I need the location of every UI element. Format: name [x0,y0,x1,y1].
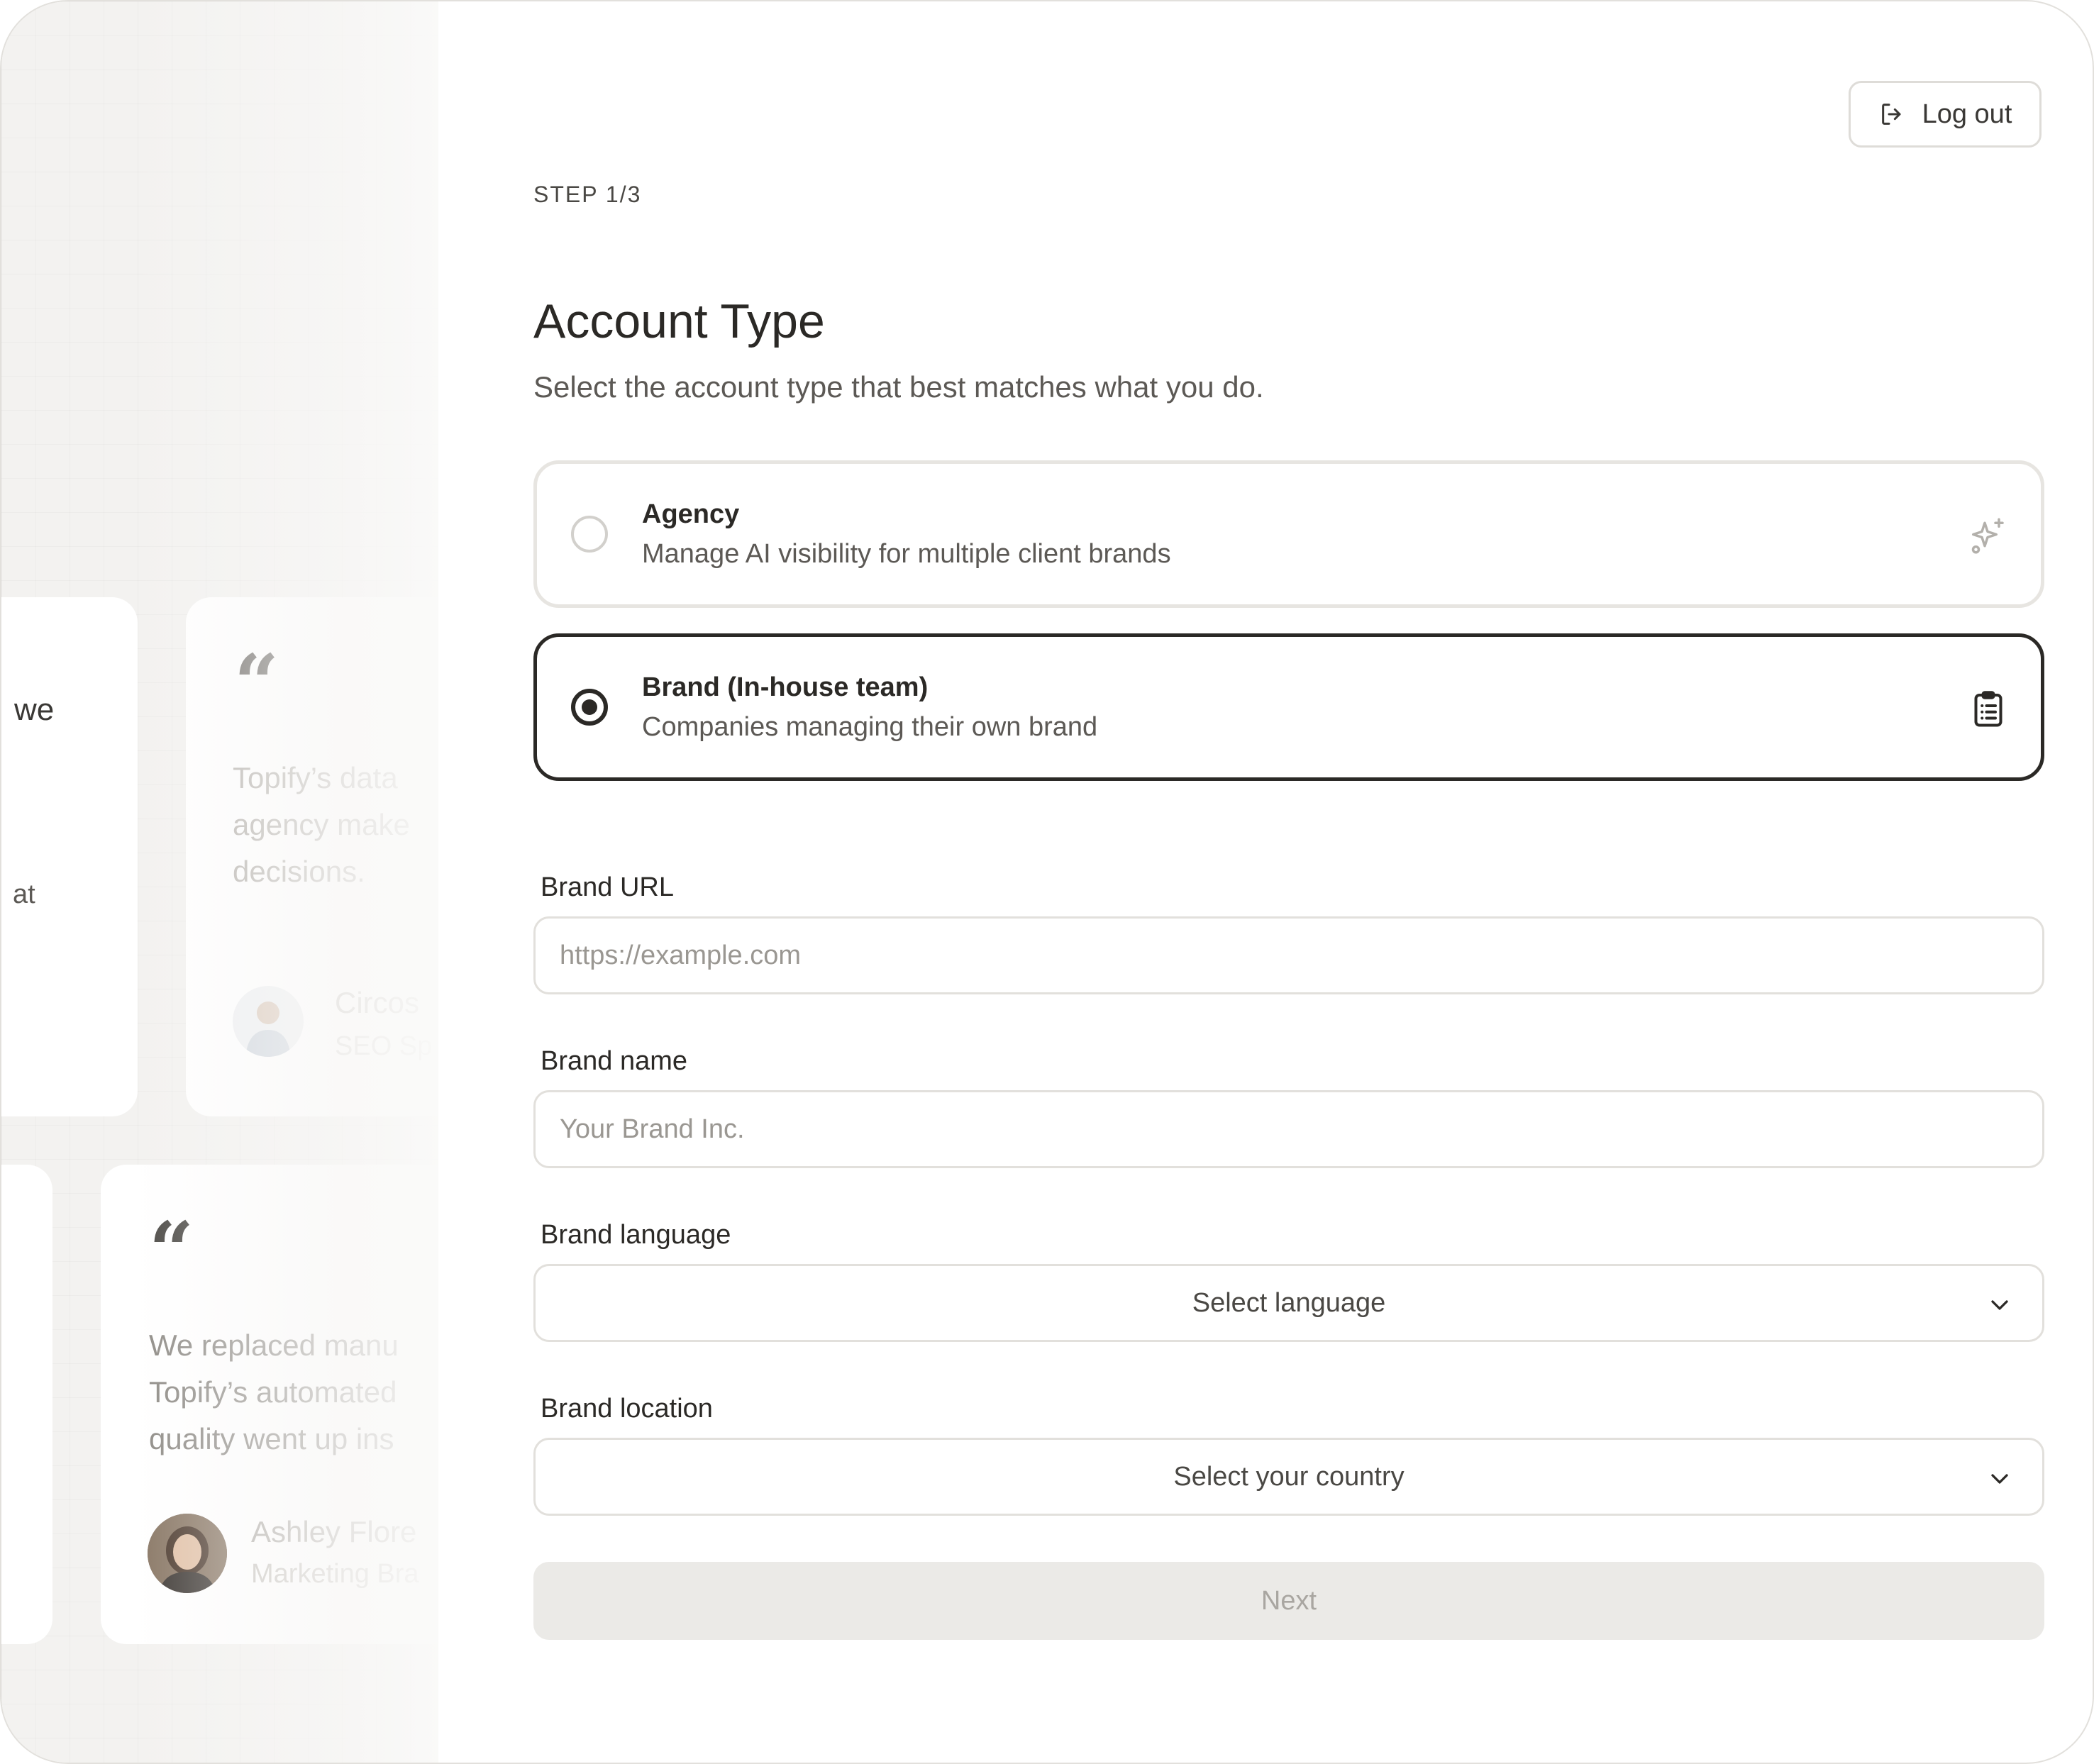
radio-agency[interactable] [571,516,608,553]
option-title: Brand (In-house team) [642,672,929,702]
avatar [233,986,304,1057]
brand-language-label: Brand language [541,1220,731,1250]
page-subtitle: Select the account type that best matche… [533,370,1264,404]
brand-name-label: Brand name [541,1046,688,1076]
brand-url-label: Brand URL [541,872,674,902]
testimonial-quote: We replaced manu Topify’s automated qual… [149,1328,399,1455]
testimonial-panel: we at “ Topify’s data agency make decisi… [1,1,438,1763]
account-type-option-agency[interactable]: Agency Manage AI visibility for multiple… [533,460,2044,608]
clipboard-list-icon [1974,691,2002,727]
testimonial-author: Ashley Flore [251,1515,417,1548]
logout-label: Log out [1922,99,2012,129]
testimonial-role: SEO Sp [335,1031,433,1061]
option-description: Manage AI visibility for multiple client… [642,539,1171,569]
testimonial-text-fragment: at [13,880,35,909]
brand-name-input[interactable] [533,1090,2044,1168]
select-value: Select your country [1173,1461,1405,1492]
avatar [148,1514,227,1593]
testimonial-role: Marketing Bra [251,1559,419,1589]
next-button[interactable]: Next [533,1562,2044,1640]
brand-location-label: Brand location [541,1394,713,1424]
radio-brand[interactable] [571,689,608,726]
brand-url-input[interactable] [533,916,2044,994]
sparkles-icon [1971,518,2004,554]
testimonial-card: “ We replaced manu Topify’s automated qu… [101,1165,438,1644]
option-title: Agency [642,499,740,529]
account-type-option-brand[interactable]: Brand (In-house team) Companies managing… [533,633,2044,781]
brand-location-select[interactable]: Select your country [533,1438,2044,1516]
option-description: Companies managing their own brand [642,712,1098,742]
testimonial-text-fragment: we [14,692,55,727]
testimonial-author: Circos [335,986,420,1019]
app-window: we at “ Topify’s data agency make decisi… [0,0,2094,1764]
chevron-down-icon [1991,1300,2008,1310]
logout-icon [1881,104,1901,125]
step-indicator: STEP 1/3 [533,182,642,207]
page-title: Account Type [533,294,825,348]
testimonial-quote: Topify’s data agency make decisions. [233,761,410,888]
chevron-down-icon [1991,1474,2008,1484]
testimonial-card [1,1165,52,1644]
brand-language-select[interactable]: Select language [533,1264,2044,1342]
logout-button[interactable]: Log out [1849,81,2042,148]
quote-icon: “ [234,637,279,728]
select-value: Select language [1192,1287,1386,1318]
testimonial-card: we at [1,597,138,1116]
quote-icon: “ [149,1204,194,1296]
testimonial-card: “ Topify’s data agency make decisions. C… [186,597,438,1116]
